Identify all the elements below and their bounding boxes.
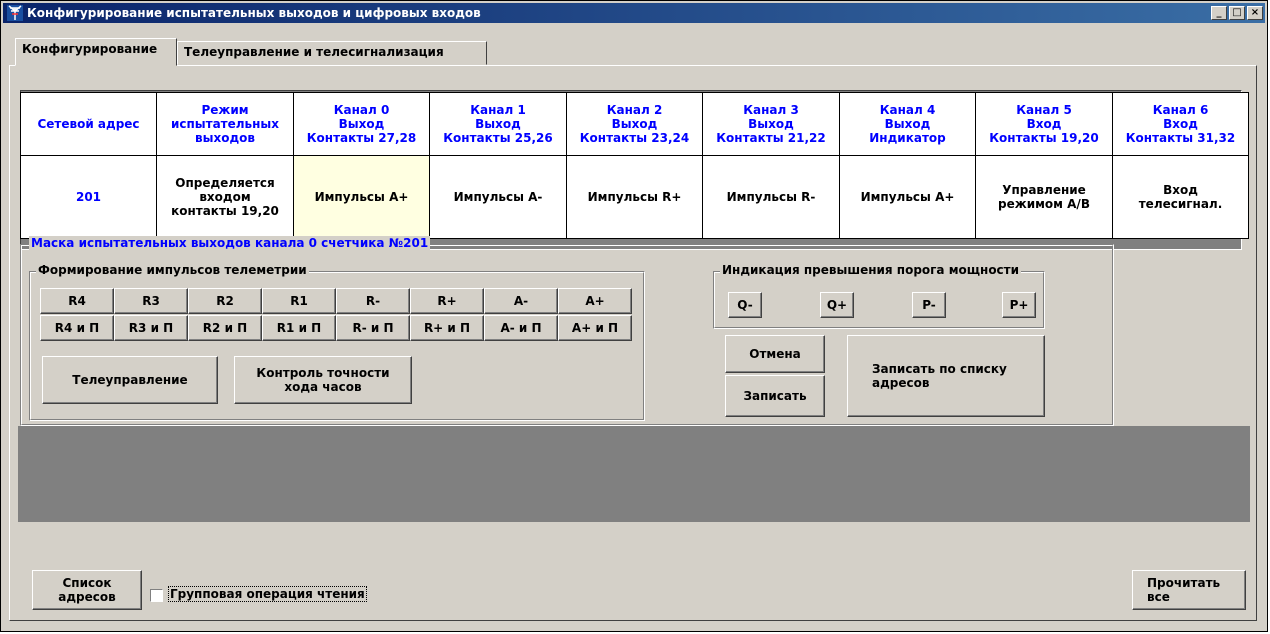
cell-channel-3[interactable]: Импульсы R- [702,155,840,239]
config-window: Конфигурирование испытательных выходов и… [0,0,1268,632]
value-row: 201 Определяется входом контакты 19,20 Имп… [20,155,1249,239]
empty-area [18,426,1250,522]
r-plus-button[interactable]: R+ [410,288,484,314]
window-title: Конфигурирование испытательных выходов и… [27,6,481,20]
header-row: Сетевой адрес Режим испытательных выходов … [20,92,1249,156]
group-read-checkbox[interactable] [150,589,163,602]
cancel-button[interactable]: Отмена [725,335,825,373]
cell-network-address[interactable]: 201 [20,155,157,239]
a-minus-and-p-button[interactable]: A- и П [484,315,558,341]
p-plus-button[interactable]: P+ [1002,292,1036,318]
header-channel-5: Канал 5 Вход Контакты 19,20 [975,92,1113,156]
mask-group: Маска испытательных выходов канала 0 сче… [20,236,1114,426]
address-list-button[interactable]: Список адресов [32,570,142,610]
tab-configuration[interactable]: Конфигурирование [15,38,177,66]
r2-and-p-button[interactable]: R2 и П [188,315,262,341]
r3-button[interactable]: R3 [114,288,188,314]
read-all-button[interactable]: Прочитать все [1132,570,1246,610]
write-by-list-button[interactable]: Записать по списку адресов [847,335,1045,417]
mask-group-title: Маска испытательных выходов канала 0 сче… [29,236,431,250]
header-channel-3: Канал 3 Выход Контакты 21,22 [702,92,840,156]
config-grid: Сетевой адрес Режим испытательных выходов … [20,92,1249,239]
r1-button[interactable]: R1 [262,288,336,314]
tab-label: Телеуправление и телесигнализация [184,45,444,59]
close-button[interactable]: × [1247,6,1263,20]
group-read-label[interactable]: Групповая операция чтения [168,586,367,602]
a-plus-button[interactable]: A+ [558,288,632,314]
remote-control-button[interactable]: Телеуправление [42,356,218,404]
telemetry-group: Формирование импульсов телеметрии R4 R3 … [29,263,645,421]
q-plus-button[interactable]: Q+ [820,292,854,318]
header-channel-0: Канал 0 Выход Контакты 27,28 [293,92,430,156]
minimize-button[interactable]: _ [1211,6,1227,20]
clock-accuracy-button[interactable]: Контроль точности хода часов [234,356,412,404]
cell-test-mode[interactable]: Определяется входом контакты 19,20 [156,155,294,239]
tab-page-configuration: Сетевой адрес Режим испытательных выходов … [9,65,1257,621]
cell-channel-2[interactable]: Импульсы R+ [566,155,703,239]
cell-channel-0[interactable]: Импульсы А+ [293,155,430,239]
write-button[interactable]: Записать [725,375,825,417]
r-minus-button[interactable]: R- [336,288,410,314]
header-network-address: Сетевой адрес [20,92,157,156]
cell-channel-1[interactable]: Импульсы А- [429,155,567,239]
power-threshold-group: Индикация превышения порога мощности Q- … [713,263,1045,329]
r4-button[interactable]: R4 [40,288,114,314]
tab-telecontrol[interactable]: Телеуправление и телесигнализация [177,41,487,65]
header-channel-4: Канал 4 Выход Индикатор [839,92,976,156]
header-channel-2: Канал 2 Выход Контакты 23,24 [566,92,703,156]
title-bar[interactable]: Конфигурирование испытательных выходов и… [3,3,1265,23]
cell-channel-5[interactable]: Управление режимом А/В [975,155,1113,239]
cell-channel-6[interactable]: Вход телесигнал. [1112,155,1249,239]
tab-label: Конфигурирование [22,42,158,56]
r2-button[interactable]: R2 [188,288,262,314]
header-test-mode: Режим испытательных выходов [156,92,294,156]
maximize-button[interactable]: □ [1229,6,1245,20]
antenna-icon [7,5,23,21]
cell-channel-4[interactable]: Импульсы А+ [839,155,976,239]
r1-and-p-button[interactable]: R1 и П [262,315,336,341]
q-minus-button[interactable]: Q- [728,292,762,318]
header-channel-1: Канал 1 Выход Контакты 25,26 [429,92,567,156]
r4-and-p-button[interactable]: R4 и П [40,315,114,341]
p-minus-button[interactable]: P- [912,292,946,318]
r-minus-and-p-button[interactable]: R- и П [336,315,410,341]
a-plus-and-p-button[interactable]: A+ и П [558,315,632,341]
r-plus-and-p-button[interactable]: R+ и П [410,315,484,341]
telemetry-group-title: Формирование импульсов телеметрии [36,263,309,277]
a-minus-button[interactable]: A- [484,288,558,314]
header-channel-6: Канал 6 Вход Контакты 31,32 [1112,92,1249,156]
r3-and-p-button[interactable]: R3 и П [114,315,188,341]
power-threshold-title: Индикация превышения порога мощности [720,263,1022,277]
